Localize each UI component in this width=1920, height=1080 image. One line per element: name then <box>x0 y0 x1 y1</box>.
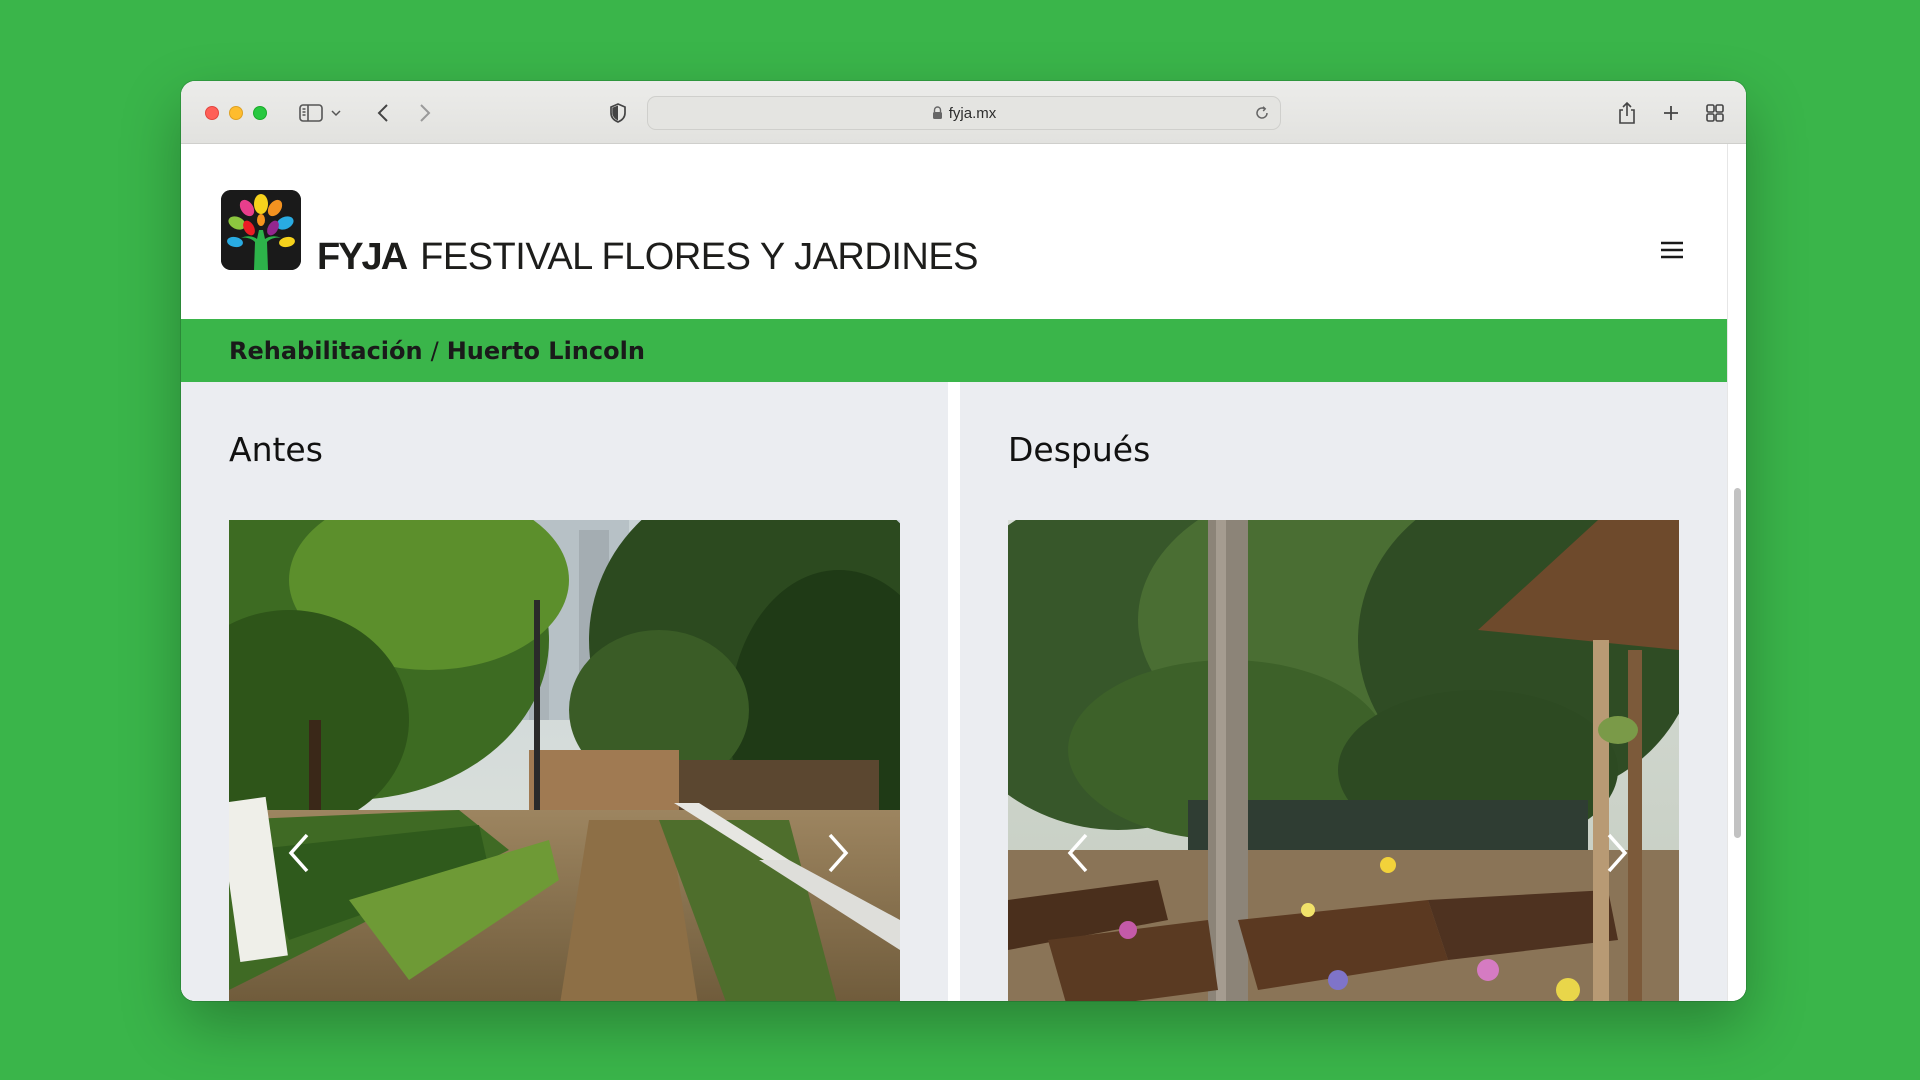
before-title: Antes <box>229 430 323 469</box>
after-carousel-next-button[interactable] <box>1597 828 1637 878</box>
tab-overview-icon <box>1706 104 1724 122</box>
hamburger-menu-button[interactable] <box>1657 238 1687 262</box>
after-panel: Después <box>960 382 1727 1001</box>
breadcrumb-current: Huerto Lincoln <box>446 336 645 365</box>
forward-button[interactable] <box>413 99 437 127</box>
breadcrumb-separator: / <box>430 336 439 365</box>
before-garden-photo <box>229 520 900 1001</box>
back-button[interactable] <box>371 99 395 127</box>
privacy-report-button[interactable] <box>605 99 631 127</box>
browser-toolbar: fyja.mx <box>181 81 1746 144</box>
plus-icon <box>1664 106 1678 120</box>
before-carousel-prev-button[interactable] <box>279 828 319 878</box>
before-carousel[interactable] <box>229 520 900 1001</box>
site-header: FYJA FESTIVAL FLORES Y JARDINES <box>181 144 1727 318</box>
sidebar-menu-button[interactable] <box>329 99 343 127</box>
new-tab-button[interactable] <box>1658 99 1684 127</box>
minimize-window-button[interactable] <box>229 106 243 120</box>
lock-icon <box>932 106 943 120</box>
page-scrollbar[interactable] <box>1727 144 1746 1001</box>
after-garden-photo <box>1008 520 1679 1001</box>
breadcrumb: Rehabilitación / Huerto Lincoln <box>181 319 1727 382</box>
forward-arrow-icon <box>420 104 431 122</box>
back-arrow-icon <box>377 104 388 122</box>
before-after-section: Antes Después <box>181 382 1727 1001</box>
chevron-right-icon <box>1607 833 1628 873</box>
reload-icon[interactable] <box>1254 105 1270 125</box>
hamburger-menu-icon <box>1661 241 1683 259</box>
chevron-left-icon <box>1067 833 1088 873</box>
share-button[interactable] <box>1614 99 1640 127</box>
address-bar[interactable]: fyja.mx <box>647 96 1281 130</box>
scrollbar-thumb[interactable] <box>1734 488 1741 838</box>
logo-abbreviation: FYJA <box>317 236 408 278</box>
close-window-button[interactable] <box>205 106 219 120</box>
chevron-right-icon <box>828 833 849 873</box>
site-logo[interactable]: FYJA FESTIVAL FLORES Y JARDINES <box>317 236 979 279</box>
chevron-down-icon <box>331 110 341 117</box>
logo-full-name: FESTIVAL FLORES Y JARDINES <box>420 236 979 278</box>
zoom-window-button[interactable] <box>253 106 267 120</box>
url-text: fyja.mx <box>948 104 997 122</box>
logo-tree-icon[interactable] <box>221 190 301 270</box>
shield-icon <box>610 103 626 123</box>
sidebar-toggle-button[interactable] <box>296 99 326 127</box>
after-title: Después <box>1008 430 1151 469</box>
page-viewport: FYJA FESTIVAL FLORES Y JARDINES Rehabilit… <box>181 144 1746 1001</box>
after-carousel[interactable] <box>1008 520 1679 1001</box>
browser-window: fyja.mx FYJA FESTIVAL FLORES Y JARDINES … <box>181 81 1746 1001</box>
after-carousel-prev-button[interactable] <box>1058 828 1098 878</box>
chevron-left-icon <box>288 833 309 873</box>
share-icon <box>1619 101 1635 124</box>
tab-overview-button[interactable] <box>1702 99 1728 127</box>
breadcrumb-section[interactable]: Rehabilitación <box>229 337 423 365</box>
before-carousel-next-button[interactable] <box>818 828 858 878</box>
sidebar-icon <box>299 104 323 122</box>
before-panel: Antes <box>181 382 948 1001</box>
